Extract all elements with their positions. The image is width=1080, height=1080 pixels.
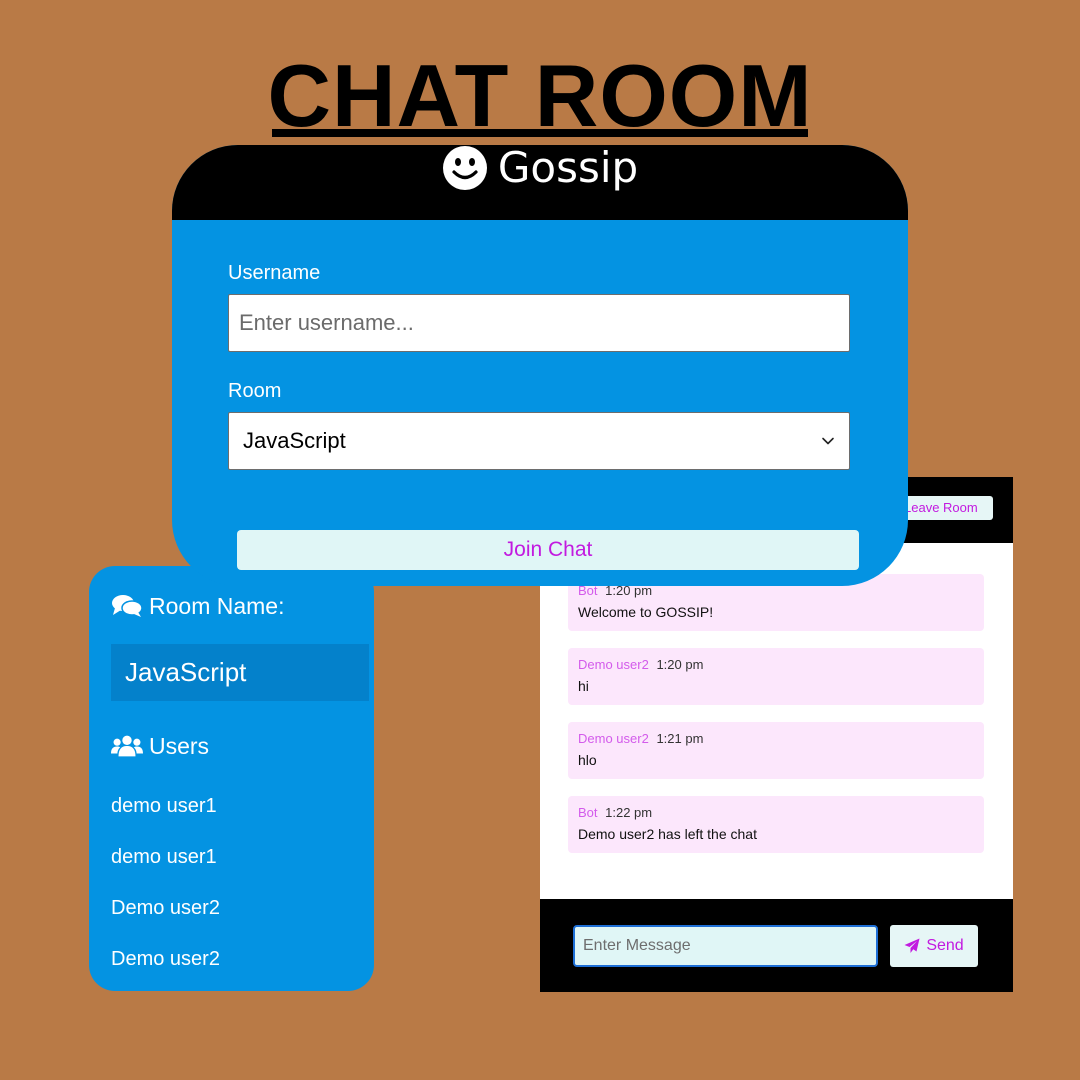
- message-meta: Demo user2 1:20 pm: [578, 657, 974, 673]
- send-button-label: Send: [926, 937, 964, 954]
- join-chat-button[interactable]: Join Chat: [237, 530, 859, 570]
- users-heading-label: Users: [149, 733, 210, 759]
- message-text: hi: [578, 678, 589, 694]
- message: Demo user2 1:20 pm hi: [568, 648, 984, 705]
- smiley-icon: [442, 145, 488, 191]
- message-text: hlo: [578, 752, 597, 768]
- username-label: Username: [228, 262, 321, 284]
- message-sender: Demo user2: [578, 657, 649, 672]
- brand-name: Gossip: [497, 145, 639, 192]
- join-header: Gossip: [172, 145, 908, 220]
- room-name-heading: Room Name:: [111, 591, 284, 621]
- message-time: 1:20 pm: [656, 657, 704, 672]
- user-item: Demo user2: [111, 948, 220, 970]
- leave-room-button[interactable]: Leave Room: [898, 496, 993, 520]
- message-time: 1:22 pm: [605, 805, 653, 820]
- message-text: Welcome to GOSSIP!: [578, 604, 714, 620]
- user-item: demo user1: [111, 795, 217, 817]
- users-list: demo user1 demo user1 Demo user2 Demo us…: [111, 793, 220, 997]
- chevron-down-icon: [821, 434, 835, 448]
- message: Bot 1:22 pm Demo user2 has left the chat: [568, 796, 984, 853]
- username-input[interactable]: [228, 294, 850, 352]
- message: Demo user2 1:21 pm hlo: [568, 722, 984, 779]
- join-card: Gossip Username Room JavaScript Join Cha…: [172, 145, 908, 586]
- comments-icon: [111, 594, 143, 618]
- messages-list: Bot 1:20 pm Welcome to GOSSIP! Demo user…: [568, 574, 984, 870]
- user-item: Demo user2: [111, 897, 220, 919]
- title-underline: [272, 129, 808, 137]
- message-sender: Demo user2: [578, 731, 649, 746]
- send-button[interactable]: Send: [890, 925, 978, 967]
- room-select-value: JavaScript: [243, 428, 346, 453]
- message-input[interactable]: [573, 925, 878, 967]
- room-name-value: JavaScript: [111, 644, 369, 701]
- brand: Gossip: [172, 145, 908, 191]
- users-heading: Users: [111, 731, 209, 761]
- user-item: demo user1: [111, 846, 217, 868]
- room-select[interactable]: JavaScript: [228, 412, 850, 470]
- message-text: Demo user2 has left the chat: [578, 826, 757, 842]
- users-icon: [111, 734, 143, 758]
- sidebar: Room Name: JavaScript Users demo user1 d…: [89, 566, 374, 991]
- message-sender: Bot: [578, 805, 598, 820]
- message-time: 1:21 pm: [656, 731, 704, 746]
- paper-plane-icon: [904, 938, 920, 954]
- room-name-heading-label: Room Name:: [149, 593, 285, 619]
- message-meta: Bot 1:22 pm: [578, 805, 974, 821]
- chat-footer: Send: [540, 899, 1013, 992]
- room-label: Room: [228, 380, 282, 402]
- message-meta: Demo user2 1:21 pm: [578, 731, 974, 747]
